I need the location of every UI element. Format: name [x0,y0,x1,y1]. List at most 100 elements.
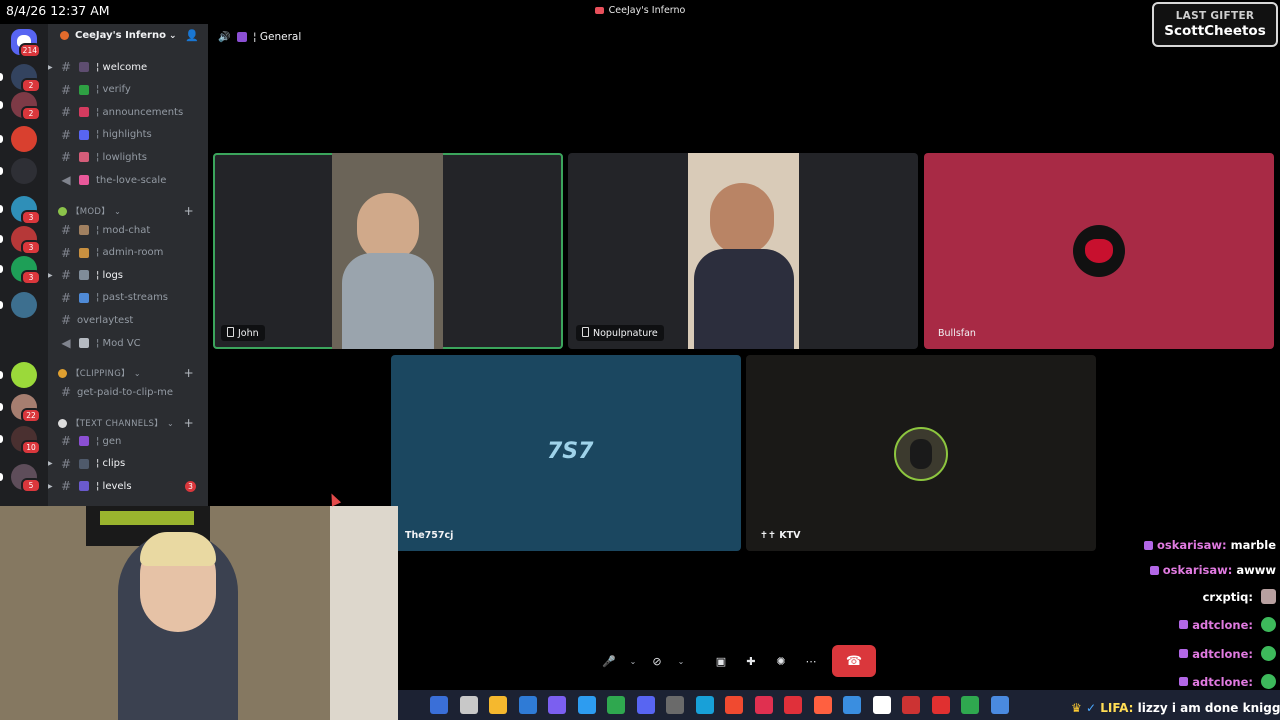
home-button[interactable]: 214 [11,29,41,58]
chat-text: marble [1230,538,1276,552]
mention-badge: 3 [185,481,196,493]
channel-item[interactable]: ◀ ¦ Mod VC [48,333,208,353]
channel-item[interactable]: # ¦ gen [48,431,208,451]
participant-tile-ktv[interactable]: ✝✝ KTV [746,355,1096,551]
taskbar-window-icon[interactable] [872,696,891,714]
camera-off-icon: ⊘ [652,654,662,668]
unread-pip [0,73,3,81]
participant-tile-john[interactable]: John [213,153,563,349]
channel-item[interactable]: # ¦ mod-chat [48,220,208,240]
participant-name: The757cj [405,530,454,541]
taskbar-app-icon[interactable] [695,696,714,714]
window-title-text: CeeJay's Inferno [608,5,686,16]
channel-item[interactable]: ▶ # ¦ logs [48,265,208,285]
more-options-button[interactable]: ⋯ [798,648,824,674]
taskbar-store-icon[interactable] [577,696,596,714]
call-controls: 🎤 ⌄ ⊘ ⌄ ▣ ✚ ✺ ⋯ [596,648,824,674]
channel-item[interactable]: # ¦ highlights [48,125,208,145]
server-badge: 3 [21,210,41,225]
channel-emoji-icon [79,436,89,446]
channel-item[interactable]: ▶ # ¦ welcome [48,57,208,77]
server-icon[interactable]: 3 [0,196,41,225]
screen-share-button[interactable]: ▣ [708,648,734,674]
channel-name: get-paid-to-clip-me [77,386,173,398]
channel-category[interactable]: 【MOD】 ⌄ + [58,204,208,218]
channel-name: ¦ admin-room [96,247,164,259]
taskbar-app-icon[interactable] [813,696,832,714]
server-name-header[interactable]: CeeJay's Inferno ⌄ [60,30,177,41]
taskbar-brave-icon[interactable] [725,696,743,714]
activities-button[interactable]: ✚ [738,648,764,674]
taskbar-app-icon[interactable] [902,696,920,714]
server-icon[interactable]: 3 [0,226,41,255]
emote-icon [1261,589,1276,604]
channel-category[interactable]: 【CLIPPING】 ⌄ + [58,366,208,380]
add-channel-icon[interactable]: + [184,204,194,218]
unread-pip [0,167,3,175]
participant-tile-nopulpnature[interactable]: Nopulpnature [568,153,918,349]
channel-item[interactable]: # ¦ announcements [48,102,208,122]
window-title: CeeJay's Inferno [0,5,1280,16]
server-icon[interactable] [0,292,37,318]
disconnect-button[interactable]: ☎ [832,645,876,677]
channel-item[interactable]: ▶ # ¦ clips [48,454,208,474]
soundboard-button[interactable]: ✺ [768,648,794,674]
taskbar-steam-icon[interactable] [990,696,1009,714]
add-channel-icon[interactable]: + [184,416,194,430]
taskbar-xbox-icon[interactable] [961,696,979,714]
microphone-button[interactable]: 🎤 [596,648,622,674]
taskbar-vscode-icon[interactable] [518,696,537,714]
server-icon[interactable]: 10 [0,426,41,455]
taskbar-discord-icon[interactable] [636,696,655,714]
server-icon[interactable]: 3 [0,256,41,285]
add-channel-icon[interactable]: + [184,366,194,380]
channel-item[interactable]: # ¦ lowlights [48,147,208,167]
server-icon[interactable] [0,126,37,152]
chat-ticker: ♛ ✓ LIFA: lizzy i am done knigga [1071,701,1280,715]
taskbar-chrome-icon[interactable] [607,696,625,714]
chevron-down-icon: ⌄ [168,30,177,41]
channel-item[interactable]: ▶ # ¦ levels 3 [48,476,208,496]
server-icon[interactable]: 2 [0,92,41,121]
server-badge: 10 [21,440,41,455]
server-icon[interactable]: 5 [0,464,41,493]
channel-item[interactable]: ◀ the-love-scale [48,170,208,190]
voice-channel-header: 🔊 ¦ General [218,28,301,46]
taskbar-photos-icon[interactable] [430,696,448,714]
server-badge: 5 [21,478,41,493]
taskbar-teams-icon[interactable] [548,696,566,714]
hash-icon: # [60,313,72,328]
category-name: 【MOD】 [71,207,111,217]
taskbar-file-icon[interactable] [459,696,478,714]
channel-item[interactable]: # ¦ admin-room [48,243,208,263]
chevron-down-icon: ⌄ [133,368,141,378]
server-icon[interactable] [0,362,37,388]
taskbar-music-icon[interactable] [784,696,802,714]
server-icon[interactable]: 22 [0,394,41,423]
channel-category[interactable]: 【TEXT CHANNELS】 ⌄ + [58,416,208,430]
camera-button[interactable]: ⊘ [644,648,670,674]
channel-item[interactable]: # overlaytest [48,310,208,330]
server-icon[interactable]: 2 [0,64,41,93]
soundboard-icon: ✺ [776,654,786,668]
server-icon[interactable] [0,158,37,184]
unread-pip [0,473,3,481]
channel-item[interactable]: # ¦ verify [48,80,208,100]
channel-emoji-icon [79,338,89,348]
mic-options-chevron-icon[interactable]: ⌄ [626,648,640,674]
more-icon: ⋯ [805,654,817,668]
add-member-icon[interactable]: 👤 [185,29,199,43]
taskbar-help-icon[interactable] [843,696,861,714]
channel-name: ¦ past-streams [96,292,169,304]
taskbar-obs-icon[interactable] [666,696,684,714]
camera-options-chevron-icon[interactable]: ⌄ [674,648,688,674]
participant-tile-bullsfan[interactable]: Bullsfan [924,153,1274,349]
server-badge: 3 [21,240,41,255]
taskbar-folder-icon[interactable] [489,696,507,714]
taskbar-app-icon[interactable] [754,696,773,714]
taskbar-record-icon[interactable] [931,696,950,714]
last-gifter-label: LAST GIFTER [1175,10,1255,22]
channel-item[interactable]: # ¦ past-streams [48,288,208,308]
channel-item[interactable]: # get-paid-to-clip-me [48,382,208,402]
participant-tile-the757cj[interactable]: 7S7 The757cj [391,355,741,551]
